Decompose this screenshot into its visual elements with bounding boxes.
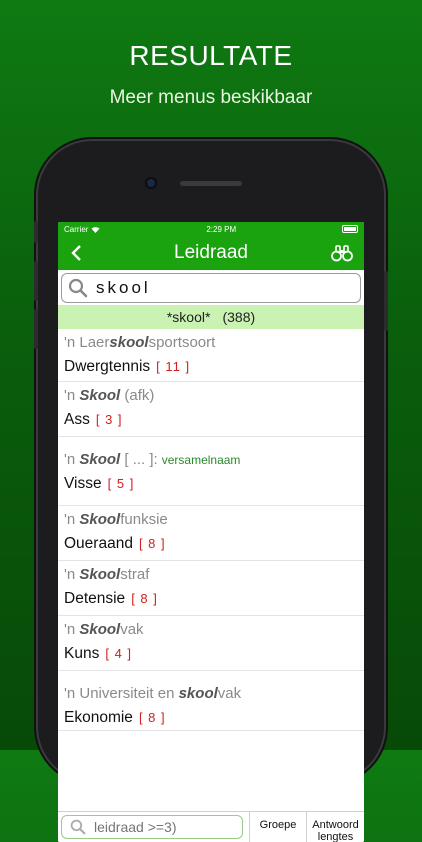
nav-title: Leidraad [174, 242, 248, 263]
answer-length: [ 8 ] [138, 536, 166, 551]
list-item[interactable]: 'n Skoolfunksie Oueraand [ 8 ] [58, 506, 364, 561]
battery-icon [342, 225, 358, 233]
carrier-group: Carrier [64, 225, 100, 234]
list-item[interactable]: 'n Skool (afk) Ass [ 3 ] [58, 382, 364, 437]
result-query: *skool* [166, 309, 211, 325]
volume-down-button [34, 309, 38, 349]
answer-length: [ 3 ] [95, 412, 123, 427]
clue-prefix: 'n [64, 566, 80, 583]
answer-text: Ekonomie [64, 709, 133, 726]
clue-text: 'n Laerskoolsportsoort [64, 334, 364, 352]
clue-suffix: vak [217, 685, 242, 702]
wifi-icon [91, 226, 100, 233]
search-field[interactable] [61, 273, 361, 303]
clue-suffix: vak [120, 621, 144, 638]
search-area [58, 270, 364, 305]
clue-highlight: skool [109, 334, 149, 351]
answer-text: Detensie [64, 590, 126, 607]
clue-text: 'n Skool [ ... ]: versamelnaam [64, 451, 364, 469]
chevron-left-icon[interactable] [66, 243, 86, 263]
search-icon [68, 278, 88, 298]
clue-text: 'n Skool (afk) [64, 387, 364, 405]
clue-search-input[interactable] [92, 818, 236, 836]
clue-suffix: sportsoort [148, 334, 216, 351]
clue-suffix: [ ... ]: [120, 451, 158, 468]
clue-highlight: Skool [79, 511, 121, 528]
result-count: (388) [222, 309, 256, 325]
tab-answer-lengths[interactable]: Antwoord lengtes [306, 812, 364, 842]
clue-prefix: 'n Universiteit en [64, 685, 179, 702]
answer-text: Ass [64, 411, 90, 428]
mute-switch [34, 221, 38, 243]
search-input[interactable] [94, 277, 338, 299]
search-icon [70, 819, 86, 835]
clue-prefix: 'n [64, 387, 80, 404]
answer-length: [ 11 ] [156, 359, 191, 374]
status-bar: Carrier 2:29 PM [58, 222, 364, 236]
clue-prefix: 'n [64, 511, 80, 528]
answer-length: [ 8 ] [138, 710, 166, 725]
volume-up-button [34, 261, 38, 301]
power-button [384, 271, 388, 331]
list-item[interactable]: 'n Skoolstraf Detensie [ 8 ] [58, 561, 364, 616]
clue-highlight: Skool [79, 621, 121, 638]
clue-text: 'n Skoolfunksie [64, 511, 364, 529]
clue-text: 'n Skoolstraf [64, 566, 364, 584]
clue-suffix: funksie [120, 511, 168, 528]
answer-text: Dwergtennis [64, 358, 151, 375]
front-camera [147, 179, 155, 187]
binoculars-icon[interactable] [330, 243, 354, 263]
tab-groups-label: Groepe [259, 819, 297, 831]
tab-groups[interactable]: Groepe [249, 812, 306, 842]
clue-highlight: Skool [79, 451, 121, 468]
clue-highlight: Skool [79, 387, 121, 404]
list-item[interactable]: 'n Skoolvak Kuns [ 4 ] [58, 616, 364, 671]
clue-prefix: 'n [64, 621, 80, 638]
clue-prefix: 'n Laer [64, 334, 110, 351]
answer-text: Oueraand [64, 535, 133, 552]
answer-line: Ekonomie [ 8 ] [64, 708, 364, 727]
answer-length: [ 8 ] [131, 591, 158, 606]
bottom-toolbar: Groepe Antwoord lengtes [58, 811, 364, 842]
answer-line: Ass [ 3 ] [64, 410, 364, 429]
answer-line: Visse [ 5 ] [64, 474, 364, 493]
answer-text: Kuns [64, 645, 100, 662]
clue-text: 'n Universiteit en skoolvak [64, 685, 364, 703]
clue-highlight: skool [178, 685, 218, 702]
clue-prefix: 'n [64, 451, 80, 468]
clue-search-field[interactable] [61, 815, 243, 839]
promo-subtitle: Meer menus beskikbaar [109, 87, 313, 108]
phone-frame: Carrier 2:29 PM Leidraad skool *skool* (… [34, 141, 388, 842]
list-item[interactable]: 'n Skool [ ... ]: versamelnaam Visse [ 5 ] [58, 437, 364, 506]
carrier-label: Carrier [64, 224, 89, 234]
status-time: 2:29 PM [206, 224, 237, 234]
earpiece-speaker [180, 181, 242, 186]
clue-suffix: straf [120, 566, 150, 583]
clue-text: 'n Skoolvak [64, 621, 364, 639]
clue-highlight: Skool [79, 566, 121, 583]
promo-title: RESULTATE [129, 40, 293, 71]
list-item[interactable]: 'n Laerskoolsportsoort Dwergtennis [ 11 ] [58, 329, 364, 382]
answer-line: Kuns [ 4 ] [64, 644, 364, 663]
result-summary-bar: *skool* (388) [58, 305, 364, 329]
clue-note: versamelnaam [161, 453, 241, 467]
results-list: 'n Laerskoolsportsoort Dwergtennis[ 11 ]… [58, 329, 364, 731]
answer-length: [ 4 ] [105, 646, 133, 661]
answer-line: Oueraand [ 8 ] [64, 534, 364, 553]
answer-text: Visse [64, 475, 102, 492]
tab-answer-lengths-label: Antwoord lengtes [312, 819, 359, 842]
nav-bar: Leidraad [58, 236, 364, 270]
answer-line: Dwergtennis [ 11 ] [64, 357, 364, 376]
answer-length: [ 5 ] [107, 476, 135, 491]
app-screen: Carrier 2:29 PM Leidraad skool *skool* (… [58, 222, 364, 842]
clue-suffix: (afk) [120, 387, 155, 404]
list-item[interactable]: 'n Universiteit en skoolvak Ekonomie [ 8 … [58, 671, 364, 731]
answer-line: Detensie [ 8 ] [64, 589, 364, 608]
